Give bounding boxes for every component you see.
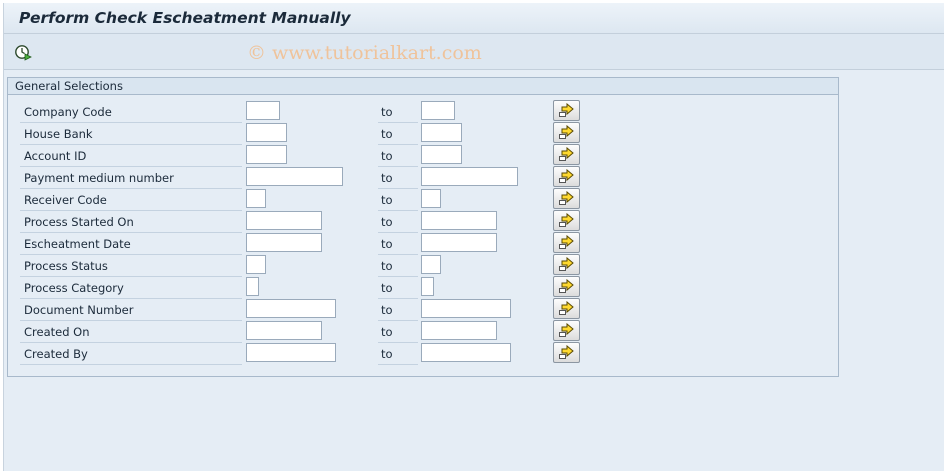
house-bank-multiple-selection-button[interactable]: [553, 122, 580, 143]
payment-medium-number-multiple-selection-button[interactable]: [553, 166, 580, 187]
general-selections-group: General Selections Company Code to House…: [7, 77, 839, 377]
selection-row-house-bank: House Bank to: [8, 122, 838, 145]
to-label: to: [381, 215, 393, 229]
selection-row-escheatment-date: Escheatment Date to: [8, 232, 838, 255]
created-by-multiple-selection-button[interactable]: [553, 342, 580, 363]
field-label: House Bank: [24, 127, 93, 141]
application-toolbar: © www.tutorialkart.com: [4, 34, 944, 70]
document-number-to-input[interactable]: [421, 299, 511, 318]
field-label: Process Status: [24, 259, 108, 273]
to-label: to: [381, 149, 393, 163]
multiple-selection-arrow-icon: [559, 257, 574, 271]
multiple-selection-arrow-icon: [559, 345, 574, 359]
to-label: to: [381, 281, 393, 295]
field-label: Receiver Code: [24, 193, 107, 207]
house-bank-from-input[interactable]: [246, 123, 287, 142]
selection-row-payment-medium-number: Payment medium number to: [8, 166, 838, 189]
created-on-from-input[interactable]: [246, 321, 322, 340]
field-label: Account ID: [24, 149, 87, 163]
created-by-from-input[interactable]: [246, 343, 336, 362]
process-status-from-input[interactable]: [246, 255, 266, 274]
payment-medium-number-to-input[interactable]: [421, 167, 518, 186]
multiple-selection-arrow-icon: [559, 103, 574, 117]
sap-screen: Perform Check Escheatment Manually © www…: [3, 3, 944, 471]
title-bar: Perform Check Escheatment Manually: [4, 3, 944, 34]
to-label: to: [381, 127, 393, 141]
multiple-selection-arrow-icon: [559, 147, 574, 161]
execute-button[interactable]: [14, 43, 32, 61]
selection-row-receiver-code: Receiver Code to: [8, 188, 838, 211]
document-number-from-input[interactable]: [246, 299, 336, 318]
company-code-from-input[interactable]: [246, 101, 280, 120]
escheatment-date-from-input[interactable]: [246, 233, 322, 252]
field-label: Company Code: [24, 105, 112, 119]
process-category-from-input[interactable]: [246, 277, 259, 296]
selection-row-created-on: Created On to: [8, 320, 838, 343]
process-status-multiple-selection-button[interactable]: [553, 254, 580, 275]
selection-row-account-id: Account ID to: [8, 144, 838, 167]
escheatment-date-to-input[interactable]: [421, 233, 497, 252]
field-label: Document Number: [24, 303, 134, 317]
to-label: to: [381, 105, 393, 119]
execute-clock-icon: [15, 45, 32, 61]
group-header: General Selections: [8, 78, 838, 95]
receiver-code-multiple-selection-button[interactable]: [553, 188, 580, 209]
field-label: Escheatment Date: [24, 237, 131, 251]
multiple-selection-arrow-icon: [559, 235, 574, 249]
receiver-code-to-input[interactable]: [421, 189, 441, 208]
field-label: Process Started On: [24, 215, 134, 229]
company-code-multiple-selection-button[interactable]: [553, 100, 580, 121]
field-label: Payment medium number: [24, 171, 174, 185]
process-started-on-from-input[interactable]: [246, 211, 322, 230]
selection-row-created-by: Created By to: [8, 342, 838, 365]
selection-row-company-code: Company Code to: [8, 100, 838, 123]
to-label: to: [381, 303, 393, 317]
watermark: © www.tutorialkart.com: [247, 42, 482, 64]
process-started-on-to-input[interactable]: [421, 211, 497, 230]
field-label: Created On: [24, 325, 90, 339]
house-bank-to-input[interactable]: [421, 123, 462, 142]
selection-row-process-category: Process Category to: [8, 276, 838, 299]
multiple-selection-arrow-icon: [559, 191, 574, 205]
process-category-multiple-selection-button[interactable]: [553, 276, 580, 297]
company-code-to-input[interactable]: [421, 101, 455, 120]
process-category-to-input[interactable]: [421, 277, 434, 296]
escheatment-date-multiple-selection-button[interactable]: [553, 232, 580, 253]
multiple-selection-arrow-icon: [559, 279, 574, 293]
created-by-to-input[interactable]: [421, 343, 511, 362]
to-label: to: [381, 325, 393, 339]
to-label: to: [381, 259, 393, 273]
created-on-to-input[interactable]: [421, 321, 497, 340]
account-id-to-input[interactable]: [421, 145, 462, 164]
created-on-multiple-selection-button[interactable]: [553, 320, 580, 341]
account-id-from-input[interactable]: [246, 145, 287, 164]
page-title: Perform Check Escheatment Manually: [19, 9, 351, 27]
process-started-on-multiple-selection-button[interactable]: [553, 210, 580, 231]
multiple-selection-arrow-icon: [559, 323, 574, 337]
field-label: Created By: [24, 347, 88, 361]
process-status-to-input[interactable]: [421, 255, 441, 274]
selection-row-document-number: Document Number to: [8, 298, 838, 321]
selection-row-process-status: Process Status to: [8, 254, 838, 277]
to-label: to: [381, 347, 393, 361]
document-number-multiple-selection-button[interactable]: [553, 298, 580, 319]
to-label: to: [381, 237, 393, 251]
to-label: to: [381, 171, 393, 185]
group-title: General Selections: [15, 79, 123, 93]
payment-medium-number-from-input[interactable]: [246, 167, 343, 186]
field-label: Process Category: [24, 281, 124, 295]
multiple-selection-arrow-icon: [559, 301, 574, 315]
account-id-multiple-selection-button[interactable]: [553, 144, 580, 165]
multiple-selection-arrow-icon: [559, 213, 574, 227]
multiple-selection-arrow-icon: [559, 169, 574, 183]
selection-row-process-started-on: Process Started On to: [8, 210, 838, 233]
receiver-code-from-input[interactable]: [246, 189, 266, 208]
multiple-selection-arrow-icon: [559, 125, 574, 139]
to-label: to: [381, 193, 393, 207]
